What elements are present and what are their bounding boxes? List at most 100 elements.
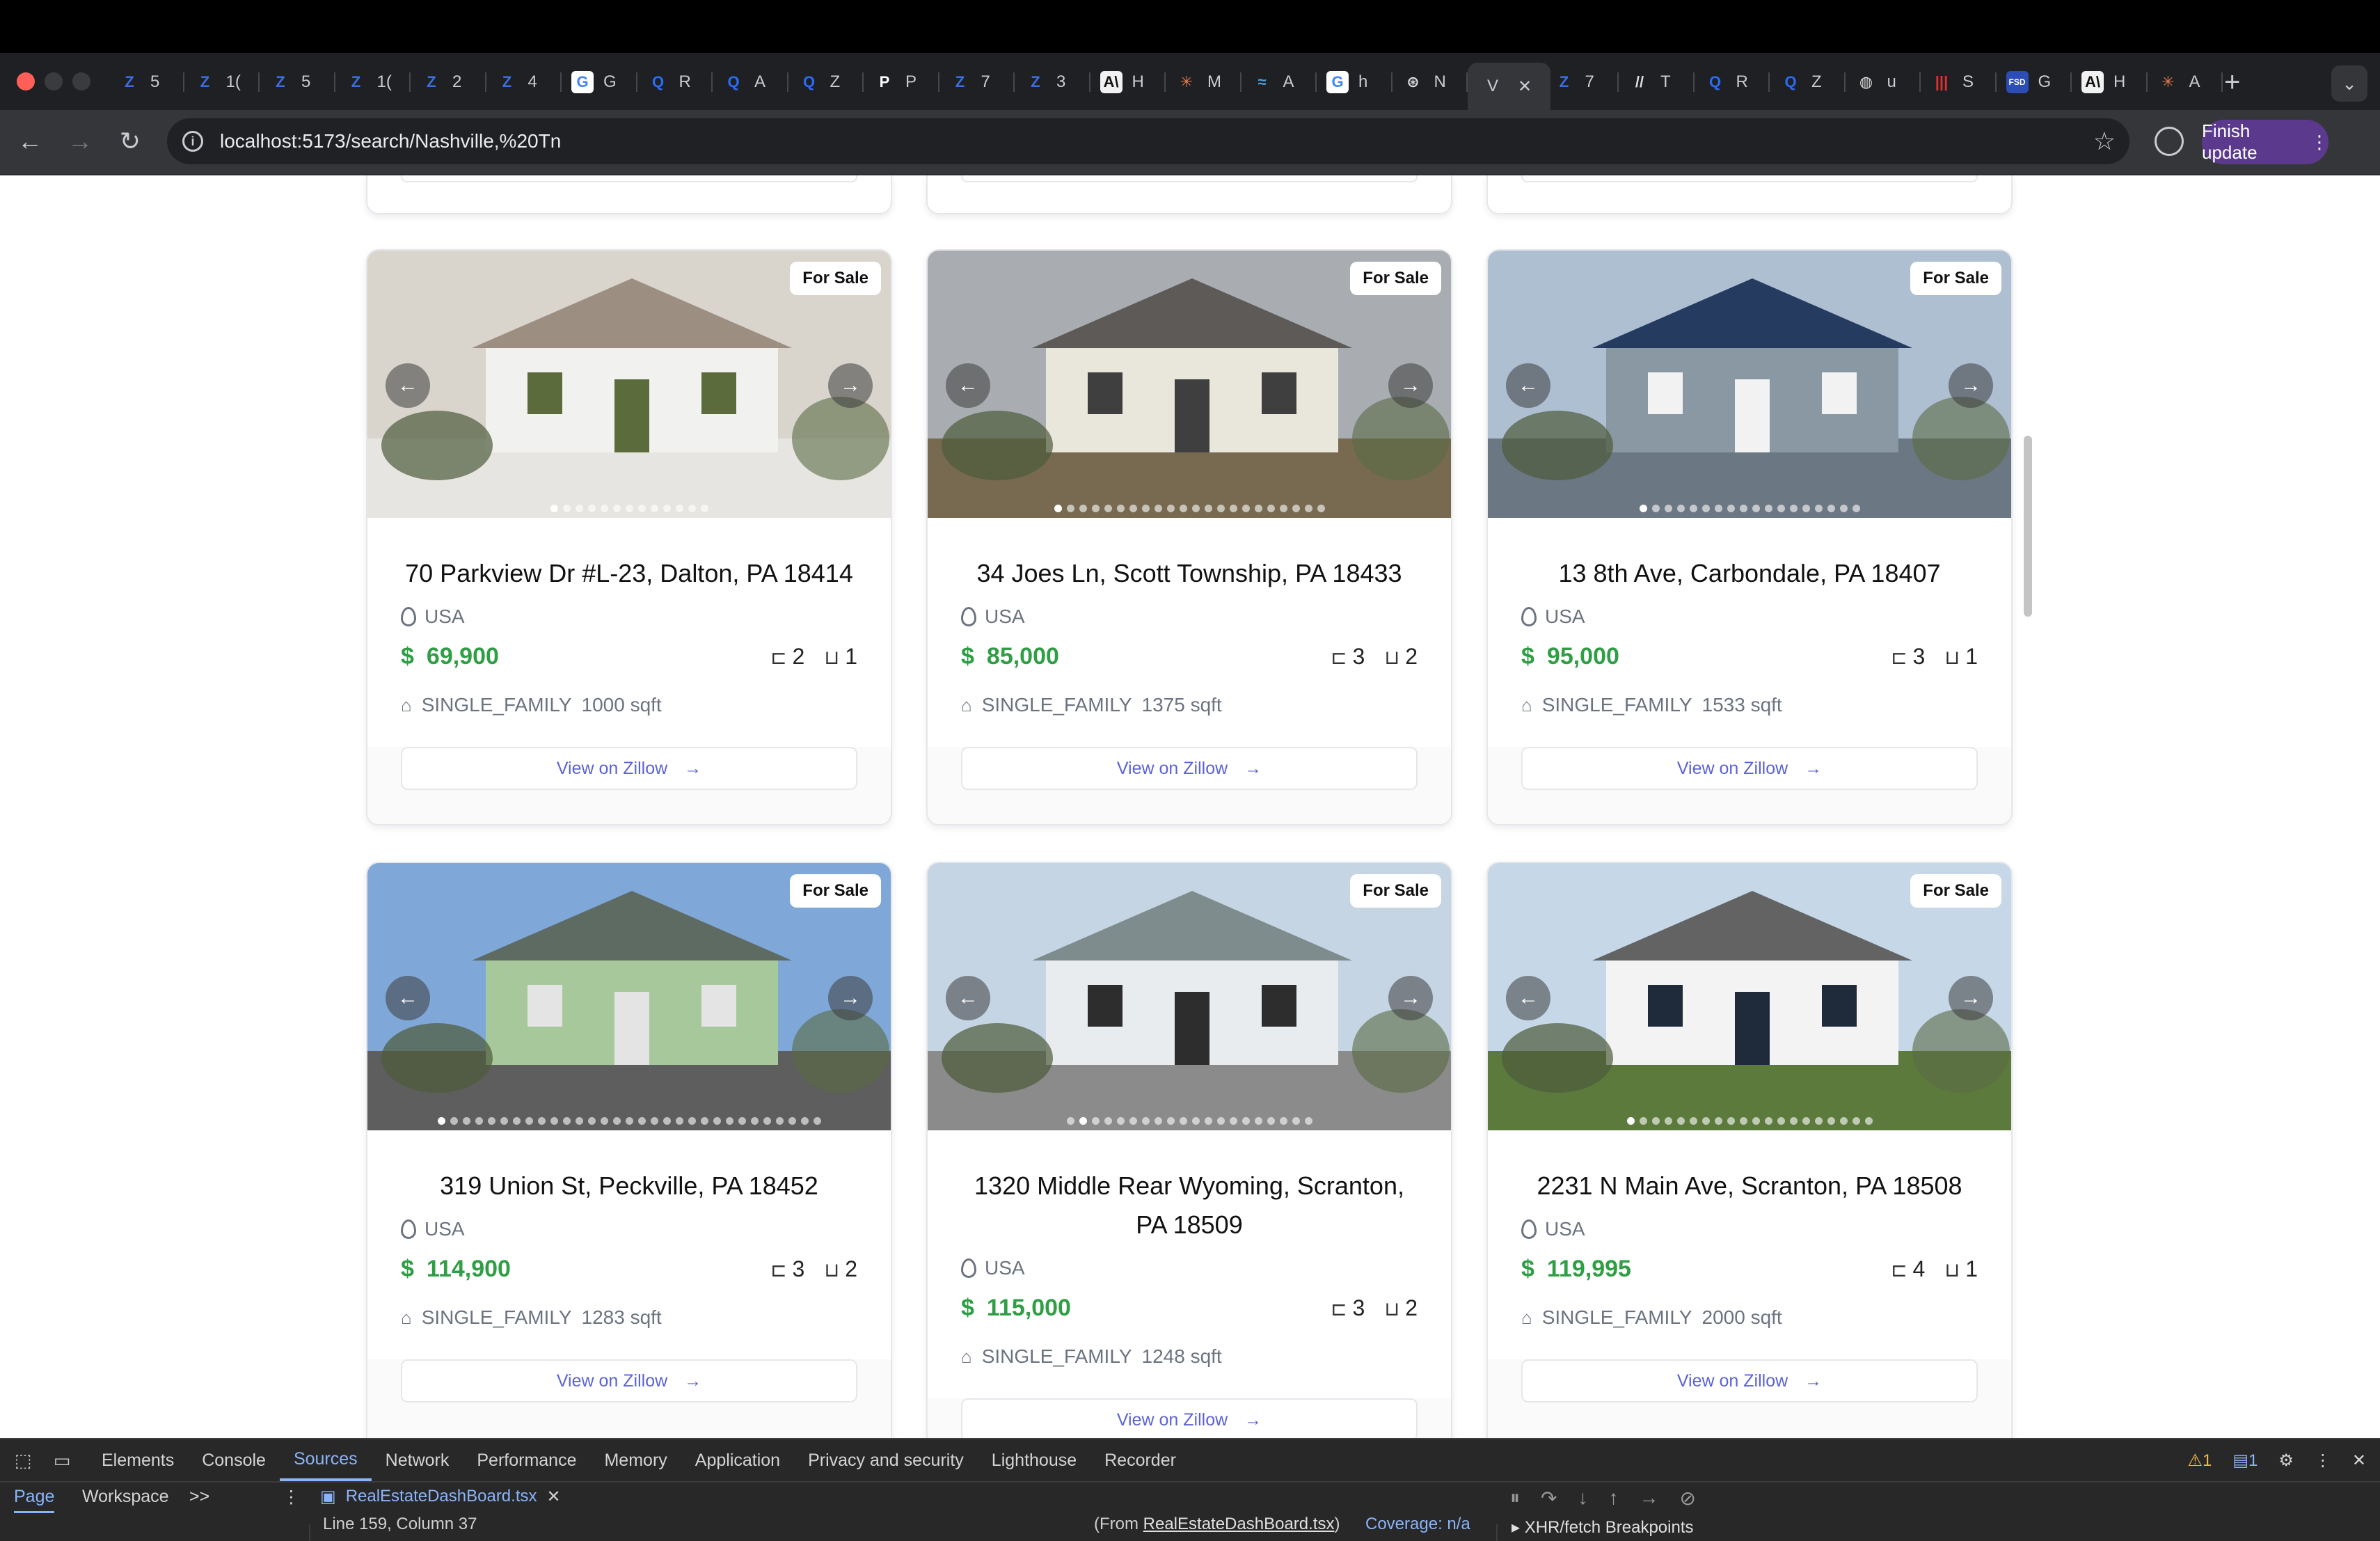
- more-subtabs-icon[interactable]: >>: [189, 1487, 209, 1507]
- photo-dot[interactable]: [612, 505, 621, 512]
- photo-dot[interactable]: [675, 505, 683, 512]
- browser-tab[interactable]: Z2: [411, 63, 486, 102]
- photo-dot[interactable]: [625, 505, 633, 512]
- photo-dot[interactable]: [625, 1117, 633, 1125]
- photo-dot[interactable]: [1254, 505, 1262, 512]
- photo-dot[interactable]: [1191, 1117, 1200, 1125]
- photo-dot[interactable]: [1054, 505, 1062, 512]
- deactivate-breakpoints-icon[interactable]: ⊘: [1679, 1487, 1695, 1510]
- photo-dot[interactable]: [1676, 1117, 1685, 1125]
- photo-dot[interactable]: [1279, 505, 1287, 512]
- view-on-zillow-button[interactable]: View on Zillow →: [1521, 747, 1978, 790]
- finish-update-button[interactable]: Finish update ⋮: [2202, 120, 2329, 164]
- step-out-icon[interactable]: ↑: [1608, 1487, 1618, 1510]
- photo-dot[interactable]: [512, 1117, 521, 1125]
- photo-dot[interactable]: [437, 1117, 445, 1125]
- photo-dot[interactable]: [1116, 505, 1125, 512]
- settings-gear-icon[interactable]: ⚙: [2278, 1451, 2294, 1471]
- browser-tab[interactable]: QA: [713, 63, 788, 102]
- step-icon[interactable]: →: [1639, 1487, 1658, 1510]
- photo-dot[interactable]: [1664, 1117, 1672, 1125]
- photo-dot[interactable]: [1701, 505, 1710, 512]
- next-photo-button[interactable]: →: [828, 976, 873, 1020]
- photo-dot[interactable]: [600, 1117, 608, 1125]
- photo-dot[interactable]: [1777, 505, 1785, 512]
- browser-tab[interactable]: Z5: [109, 63, 184, 102]
- view-on-zillow-button[interactable]: View on Zillow →: [401, 1359, 857, 1402]
- photo-dot[interactable]: [1651, 1117, 1660, 1125]
- url-text[interactable]: localhost:5173/search/Nashville,%20Tn: [220, 130, 561, 152]
- browser-tab[interactable]: ⊛ N: [1393, 63, 1468, 102]
- previous-photo-button[interactable]: ←: [386, 976, 430, 1020]
- photo-dot[interactable]: [587, 1117, 596, 1125]
- browser-tab[interactable]: V ✕: [1468, 63, 1550, 110]
- photo-dot[interactable]: [763, 1117, 771, 1125]
- photo-dot[interactable]: [688, 1117, 696, 1125]
- photo-dot[interactable]: [550, 1117, 558, 1125]
- browser-tab[interactable]: Z7: [939, 63, 1015, 102]
- photo-dot[interactable]: [1066, 1117, 1074, 1125]
- photo-dot[interactable]: [500, 1117, 508, 1125]
- browser-tab[interactable]: Z 1(: [184, 63, 260, 102]
- browser-tab[interactable]: ||| S: [1921, 63, 1997, 102]
- zoom-window-button[interactable]: [72, 72, 90, 90]
- message-count[interactable]: ▤1: [2232, 1451, 2258, 1471]
- device-toolbar-icon[interactable]: ▭: [50, 1448, 74, 1472]
- close-file-icon[interactable]: ✕: [547, 1487, 561, 1507]
- photo-dot[interactable]: [1104, 505, 1112, 512]
- next-photo-button[interactable]: →: [1949, 363, 1993, 408]
- devtools-tab[interactable]: Sources: [279, 1439, 372, 1481]
- photo-dot[interactable]: [725, 1117, 733, 1125]
- photo-dot[interactable]: [1091, 1117, 1100, 1125]
- photo-dot[interactable]: [675, 1117, 683, 1125]
- photo-dot[interactable]: [1752, 505, 1760, 512]
- warning-count[interactable]: ⚠1: [2187, 1451, 2212, 1471]
- photo-dot[interactable]: [1116, 1117, 1125, 1125]
- photo-dot[interactable]: [1714, 1117, 1722, 1125]
- photo-dot[interactable]: [487, 1117, 495, 1125]
- photo-dot[interactable]: [1689, 505, 1697, 512]
- photo-dot[interactable]: [1701, 1117, 1710, 1125]
- subtab-workspace[interactable]: Workspace: [82, 1487, 169, 1507]
- photo-dot[interactable]: [637, 505, 646, 512]
- view-on-zillow-button[interactable]: View on Zillow →: [1521, 1359, 1978, 1402]
- photo-dot[interactable]: [1141, 1117, 1150, 1125]
- browser-tab[interactable]: Z3: [1015, 63, 1090, 102]
- photo-dot[interactable]: [713, 1117, 721, 1125]
- photo-dot[interactable]: [1079, 505, 1087, 512]
- step-over-icon[interactable]: ↷: [1541, 1487, 1557, 1510]
- photo-dot[interactable]: [550, 505, 558, 512]
- photo-dot[interactable]: [1204, 1117, 1212, 1125]
- minimize-window-button[interactable]: [45, 72, 63, 90]
- browser-tab[interactable]: ✳ A: [2148, 63, 2223, 102]
- from-file-link[interactable]: RealEstateDashBoard.tsx: [1143, 1515, 1335, 1533]
- xhr-breakpoints-section[interactable]: ▸ XHR/fetch Breakpoints: [1512, 1517, 1694, 1538]
- back-button[interactable]: ←: [13, 124, 47, 159]
- photo-dot[interactable]: [475, 1117, 483, 1125]
- photo-dot[interactable]: [1304, 505, 1312, 512]
- photo-dot[interactable]: [562, 505, 571, 512]
- forward-button[interactable]: →: [63, 124, 97, 159]
- photo-dot[interactable]: [650, 505, 658, 512]
- photo-dot[interactable]: [1241, 505, 1250, 512]
- photo-dot[interactable]: [525, 1117, 533, 1125]
- photo-dot[interactable]: [1814, 1117, 1823, 1125]
- browser-tab[interactable]: PP: [864, 63, 939, 102]
- photo-dot[interactable]: [1241, 1117, 1250, 1125]
- next-photo-button[interactable]: →: [1388, 363, 1433, 408]
- photo-dot[interactable]: [1229, 505, 1237, 512]
- devtools-tab[interactable]: Memory: [590, 1439, 681, 1481]
- photo-dot[interactable]: [800, 1117, 809, 1125]
- photo-dot[interactable]: [1066, 505, 1074, 512]
- photo-dot[interactable]: [1802, 1117, 1810, 1125]
- photo-dot[interactable]: [1292, 505, 1300, 512]
- photo-dot[interactable]: [1292, 1117, 1300, 1125]
- photo-dot[interactable]: [1727, 505, 1735, 512]
- photo-dot[interactable]: [1689, 1117, 1697, 1125]
- pause-icon[interactable]: ⏸: [1510, 1487, 1520, 1510]
- photo-dot[interactable]: [1317, 505, 1325, 512]
- devtools-more-icon[interactable]: ⋮: [2315, 1451, 2331, 1471]
- photo-dot[interactable]: [1764, 505, 1772, 512]
- photo-dot[interactable]: [1091, 505, 1100, 512]
- browser-tab[interactable]: Z5: [260, 63, 335, 102]
